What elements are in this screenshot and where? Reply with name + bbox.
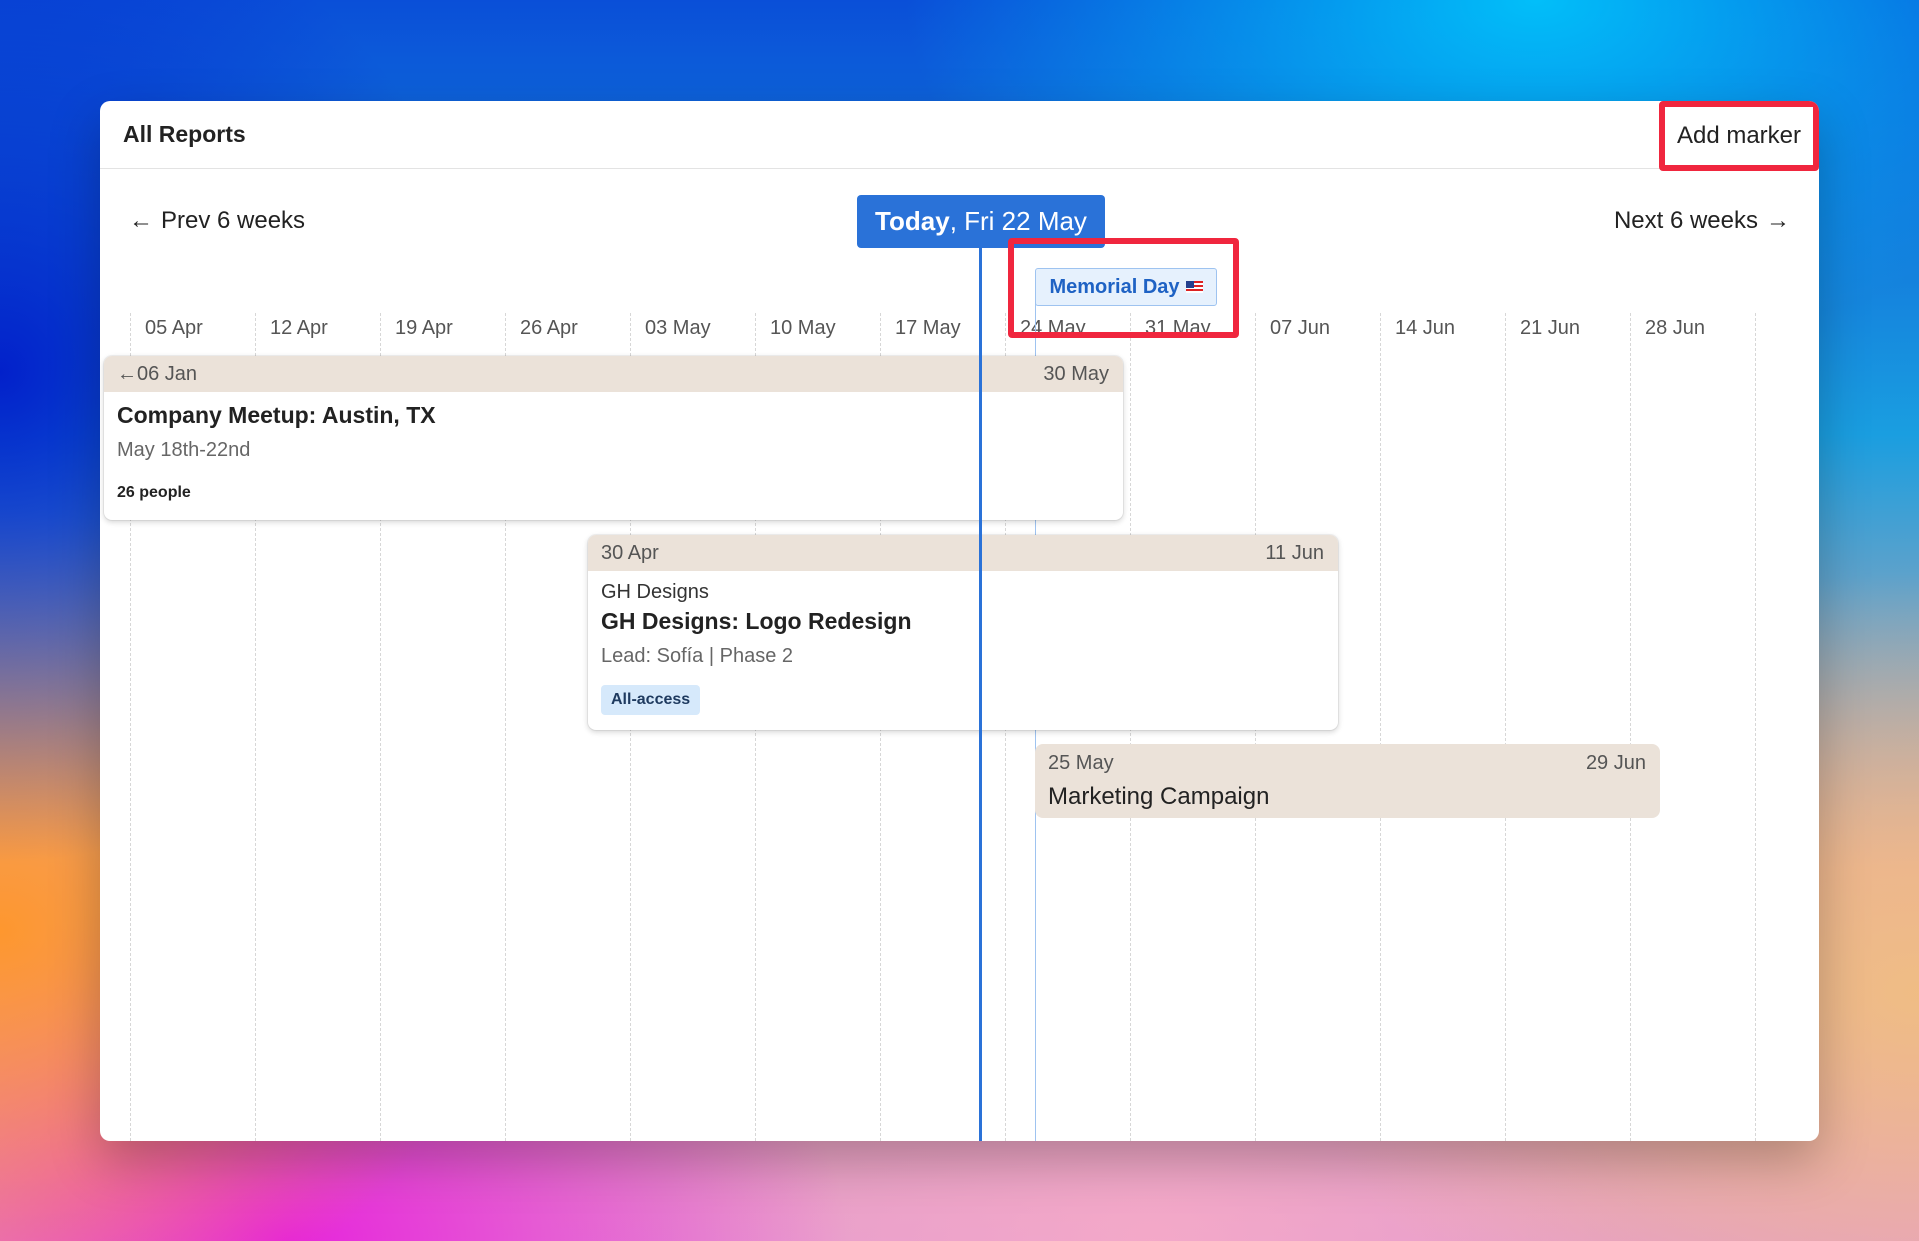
card-title: Marketing Campaign — [1048, 783, 1270, 810]
arrow-left-icon: ← — [129, 207, 153, 234]
week-label: 10 May — [770, 317, 836, 339]
arrow-right-icon: → — [1766, 207, 1790, 234]
access-tag: All-access — [601, 685, 701, 715]
card-end-date: 29 Jun — [1585, 752, 1646, 774]
grid-line — [1630, 313, 1631, 1141]
prev-weeks-label: Prev 6 weeks — [161, 207, 306, 234]
card-subtitle: May 18th-22nd — [117, 439, 251, 461]
card-start-date: 30 Apr — [601, 541, 659, 564]
event-card[interactable]: ←06 Jan 30 May Company Meetup: Austin, T… — [104, 356, 1123, 520]
week-label: 05 Apr — [145, 317, 203, 339]
card-client: GH Designs — [601, 581, 709, 603]
next-weeks-button[interactable]: Next 6 weeks → — [1614, 207, 1790, 235]
card-start-date: ←06 Jan — [117, 362, 198, 385]
reports-window: All Reports Add marker ← Prev 6 weeks To… — [100, 101, 1819, 1141]
week-label: 12 Apr — [270, 317, 328, 339]
top-bar: All Reports Add marker — [100, 101, 1819, 171]
grid-line — [1505, 313, 1506, 1141]
today-strong-label: Today — [875, 206, 950, 236]
grid-line — [1755, 313, 1756, 1141]
week-label: 21 Jun — [1520, 317, 1581, 339]
card-title: GH Designs: Logo Redesign — [601, 608, 912, 634]
project-card[interactable]: 30 Apr 11 Jun GH Designs GH Designs: Log… — [588, 535, 1338, 730]
week-label: 17 May — [895, 317, 961, 339]
card-people-count: 26 people — [117, 484, 191, 501]
card-end-date: 30 May — [1043, 362, 1109, 385]
page-title: All Reports — [123, 121, 246, 147]
next-weeks-label: Next 6 weeks — [1613, 207, 1758, 234]
prev-weeks-button[interactable]: ← Prev 6 weeks — [129, 207, 305, 235]
today-date-label: , Fri 22 May — [949, 206, 1087, 236]
week-label: 14 Jun — [1395, 317, 1456, 339]
today-line — [979, 248, 982, 1141]
campaign-card[interactable]: 25 May 29 Jun Marketing Campaign — [1035, 744, 1660, 818]
card-date-bar: 30 Apr 11 Jun — [588, 535, 1338, 571]
grid-line — [1380, 313, 1381, 1141]
marker-highlight-box — [1008, 238, 1239, 338]
card-date-bar: ←06 Jan 30 May — [104, 356, 1123, 392]
week-label: 19 Apr — [395, 317, 453, 339]
card-subtitle: Lead: Sofía | Phase 2 — [601, 645, 794, 667]
week-label: 26 Apr — [520, 317, 578, 339]
card-date-bar: 25 May 29 Jun — [1048, 752, 1646, 775]
card-start-date: 25 May — [1048, 752, 1114, 774]
week-label: 07 Jun — [1270, 317, 1331, 339]
card-title: Company Meetup: Austin, TX — [117, 402, 436, 428]
add-marker-button[interactable]: Add marker — [1659, 101, 1819, 171]
week-label: 28 Jun — [1645, 317, 1706, 339]
card-end-date: 11 Jun — [1265, 541, 1324, 564]
week-label: 03 May — [645, 317, 711, 339]
